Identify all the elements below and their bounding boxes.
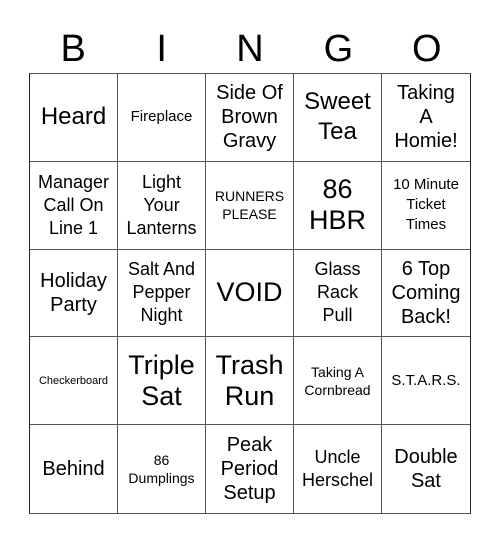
header-letter-o: O xyxy=(412,28,442,70)
bingo-cell-r2-c5[interactable]: 10 Minute Ticket Times xyxy=(382,162,470,250)
bingo-cell-r5-c3[interactable]: Peak Period Setup xyxy=(206,425,294,513)
cell-text: Glass Rack Pull xyxy=(314,259,361,326)
cell-text: Holiday Party xyxy=(40,269,107,316)
cell-text: 6 Top Coming Back! xyxy=(391,257,461,328)
bingo-cell-r1-c5[interactable]: Taking A Homie! xyxy=(382,74,470,162)
bingo-cell-r4-c5[interactable]: S.T.A.R.S. xyxy=(382,337,470,426)
bingo-header: B I N G O xyxy=(29,26,471,72)
cell-text: VOID xyxy=(216,277,283,308)
cell-text: 10 Minute Ticket Times xyxy=(393,176,459,234)
bingo-cell-r3-c3-free[interactable]: VOID xyxy=(206,249,294,338)
bingo-cell-r5-c5[interactable]: Double Sat xyxy=(382,425,470,513)
cell-text: Taking A Homie! xyxy=(394,82,458,153)
cell-text: RUNNERS PLEASE xyxy=(214,188,285,223)
cell-text: Peak Period Setup xyxy=(220,434,279,505)
bingo-cell-r4-c3[interactable]: Trash Run xyxy=(206,337,294,426)
bingo-cell-r4-c2[interactable]: Triple Sat xyxy=(118,337,206,426)
cell-text: S.T.A.R.S. xyxy=(391,371,461,389)
bingo-cell-r2-c3[interactable]: RUNNERS PLEASE xyxy=(206,161,294,250)
bingo-cell-r3-c1[interactable]: Holiday Party xyxy=(30,249,118,338)
bingo-cell-r2-c2[interactable]: Light Your Lanterns xyxy=(118,161,206,250)
cell-text: Uncle Herschel xyxy=(301,447,374,491)
cell-text: Fireplace xyxy=(130,108,193,126)
cell-text: Triple Sat xyxy=(128,349,195,411)
bingo-cell-r2-c4[interactable]: 86 HBR xyxy=(294,161,382,250)
cell-text: Salt And Pepper Night xyxy=(127,259,196,326)
cell-text: Manager Call On Line 1 xyxy=(37,171,110,238)
cell-text: Heard xyxy=(40,103,107,131)
cell-text: Behind xyxy=(42,458,105,481)
bingo-cell-r4-c1[interactable]: Checkerboard xyxy=(30,337,118,426)
bingo-cell-r3-c5[interactable]: 6 Top Coming Back! xyxy=(382,250,470,338)
bingo-cell-r5-c2[interactable]: 86 Dumplings xyxy=(118,425,206,513)
bingo-cell-r1-c2[interactable]: Fireplace xyxy=(118,74,206,162)
cell-text: 86 Dumplings xyxy=(128,452,195,487)
bingo-cell-r2-c1[interactable]: Manager Call On Line 1 xyxy=(30,161,118,250)
cell-text: Side Of Brown Gravy xyxy=(216,82,283,153)
header-letter-b: B xyxy=(60,28,86,70)
cell-text: Checkerboard xyxy=(38,374,109,387)
cell-text: Taking A Cornbread xyxy=(304,363,371,398)
cell-text: Light Your Lanterns xyxy=(126,171,197,238)
bingo-cell-r1-c4[interactable]: Sweet Tea xyxy=(294,74,382,162)
cell-text: Sweet Tea xyxy=(304,88,371,146)
bingo-cell-r1-c1[interactable]: Heard xyxy=(30,74,118,162)
cell-text: Double Sat xyxy=(394,446,458,493)
bingo-board: Heard Fireplace Side Of Brown Gravy Swee… xyxy=(29,73,471,514)
cell-text: Trash Run xyxy=(215,349,284,411)
bingo-cell-r3-c4[interactable]: Glass Rack Pull xyxy=(294,249,382,338)
bingo-cell-r1-c3[interactable]: Side Of Brown Gravy xyxy=(206,74,294,162)
bingo-cell-r4-c4[interactable]: Taking A Cornbread xyxy=(294,337,382,426)
bingo-cell-r5-c4[interactable]: Uncle Herschel xyxy=(294,425,382,513)
header-letter-g: G xyxy=(323,28,354,70)
bingo-cell-r3-c2[interactable]: Salt And Pepper Night xyxy=(118,249,206,338)
cell-text: 86 HBR xyxy=(308,174,366,236)
bingo-cell-r5-c1[interactable]: Behind xyxy=(30,425,118,513)
header-letter-n: N xyxy=(236,28,264,70)
header-letter-i: I xyxy=(156,28,167,70)
